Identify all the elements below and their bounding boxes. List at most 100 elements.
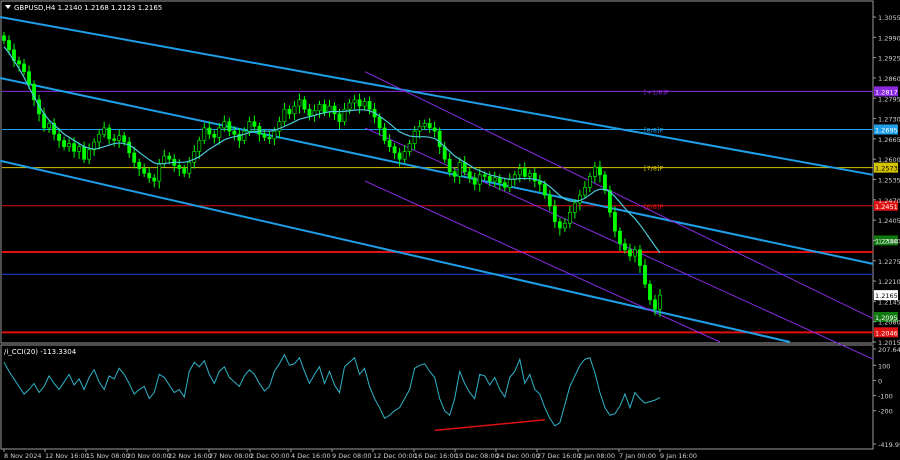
- price-bar-body-71: [357, 99, 362, 107]
- time-tick-label-4: 22 Nov 16:00: [168, 452, 212, 460]
- price-bar-body-53: [267, 137, 272, 140]
- price-bar-body-108: [542, 183, 547, 196]
- cci-tick-label-5: -419.9544: [878, 441, 900, 449]
- price-bar-body-30: [152, 177, 157, 182]
- price-bar-body-49: [247, 121, 252, 132]
- price-bar-body-115: [577, 194, 582, 204]
- chart-window: 1.2817 [+1/8]P 1.2695 [8/8]P 1.2573 [7/8]P 1.2…: [0, 0, 900, 460]
- price-bar-body-32: [162, 155, 167, 165]
- price-bar-body-98: [492, 177, 497, 182]
- price-bar-body-63: [317, 104, 322, 112]
- price-tick-label-8: 1.2535: [878, 177, 900, 185]
- price-bar-body-55: [277, 121, 282, 132]
- price-bar-body-69: [347, 102, 352, 110]
- price-bar-body-11: [57, 133, 61, 141]
- indicator-info: /i_CCI(20) -113.3304: [4, 348, 77, 356]
- price-bar-body-39: [197, 140, 202, 152]
- price-bar-body-36: [182, 168, 187, 174]
- level-1-2817-murrey: [+1/8]P: [644, 88, 669, 96]
- price-bar-body-93: [467, 171, 472, 179]
- price-bar-body-52: [262, 133, 267, 138]
- price-bar-body-88: [442, 146, 447, 160]
- price-tick-label-11: 1.2340: [878, 237, 900, 245]
- price-bar-body-110: [552, 205, 557, 222]
- price-bar-body-113: [567, 212, 572, 224]
- price-bar-body-67: [337, 113, 342, 122]
- price-bar-body-77: [387, 140, 392, 147]
- divergence-line: [434, 419, 545, 432]
- price-bar-body-61: [307, 108, 312, 116]
- price-bar-body-129: [648, 283, 652, 301]
- level-1-2573-tag: 1.2573: [875, 165, 898, 173]
- price-bar-body-28: [142, 168, 147, 174]
- chart-canvas[interactable]: 1.2817[+1/8]P1.2695[8/8]P1.2573[7/8]P1.2…: [0, 0, 900, 460]
- price-bar-body-16: [82, 146, 87, 160]
- price-bar-body-0: [2, 35, 6, 41]
- price-bar-body-51: [257, 126, 262, 135]
- price-bar-body-50: [252, 121, 257, 127]
- cci-line: [3, 353, 661, 427]
- time-tick-label-0: 8 Nov 2024: [4, 452, 42, 460]
- price-bar-body-127: [638, 249, 642, 266]
- symbol-arrow-icon: [5, 5, 11, 9]
- price-bar-body-87: [437, 130, 442, 147]
- price-bar-body-118: [593, 166, 597, 177]
- level-1-2451-murrey: [6/8]P: [644, 203, 664, 211]
- price-tick-label-12: 1.2275: [878, 258, 900, 266]
- price-tick-label-0: 1.3055: [878, 14, 900, 22]
- price-bar-body-124: [623, 243, 627, 251]
- price-bar-body-126: [633, 249, 637, 257]
- price-bar-body-128: [643, 265, 647, 285]
- time-tick-label-14: 2 Jan 08:00: [578, 452, 615, 460]
- price-bar-body-24: [122, 135, 127, 143]
- price-bar-body-4: [22, 63, 26, 72]
- price-levels: 1.2817[+1/8]P1.2695[8/8]P1.2573[7/8]P1.2…: [2, 86, 898, 338]
- price-bar-body-73: [367, 101, 372, 110]
- price-bar-body-43: [217, 127, 222, 138]
- price-bar-body-94: [472, 177, 477, 185]
- price-bar-body-37: [187, 162, 192, 174]
- price-bar-body-104: [522, 168, 527, 177]
- time-tick-label-5: 27 Nov 08:00: [209, 452, 253, 460]
- price-tick-label-9: 1.2470: [878, 197, 900, 205]
- price-bar-body-80: [402, 151, 407, 160]
- price-bar-body-15: [77, 146, 82, 152]
- cci-panel: 207.6441 100 0 -100 -200 -419.9544: [3, 346, 900, 449]
- price-bar-body-84: [422, 122, 427, 127]
- price-bar-body-114: [572, 202, 577, 213]
- price-bar-body-17: [87, 149, 92, 160]
- price-bar-body-56: [282, 108, 287, 122]
- price-bar-body-123: [618, 230, 622, 244]
- price-bar-body-26: [132, 152, 137, 163]
- price-tick-label-4: 1.2795: [878, 95, 900, 103]
- price-bar-body-21: [107, 127, 112, 140]
- price-bar-body-3: [17, 60, 21, 65]
- price-bar-body-76: [382, 127, 387, 141]
- price-bar-body-48: [242, 130, 247, 141]
- price-bar-body-99: [497, 177, 502, 183]
- price-bar-body-103: [517, 168, 522, 176]
- price-bar-body-45: [227, 121, 232, 132]
- price-tick-label-2: 1.2925: [878, 55, 900, 63]
- price-bar-body-105: [527, 172, 532, 177]
- purple-channel-bottom: [364, 180, 721, 343]
- price-bar-body-13: [67, 143, 71, 147]
- price-bar-body-81: [407, 143, 412, 152]
- price-bar-body-75: [377, 116, 382, 129]
- price-tick-label-6: 1.2665: [878, 136, 900, 144]
- time-tick-label-6: 2 Dec 00:00: [250, 452, 290, 460]
- price-bar-body-109: [547, 194, 552, 207]
- price-bar-body-116: [582, 187, 587, 196]
- price-bar-body-5: [27, 71, 31, 85]
- price-bar-body-82: [412, 130, 417, 144]
- price-bar-body-112: [562, 222, 567, 229]
- time-tick-label-3: 20 Nov 00:00: [127, 452, 171, 460]
- price-bar-body-85: [427, 122, 432, 129]
- price-tick-label-5: 1.2730: [878, 116, 900, 124]
- price-bar-body-86: [432, 127, 437, 132]
- price-bar-body-1: [7, 40, 11, 51]
- price-bar-body-70: [352, 99, 357, 104]
- price-bar-body-117: [587, 176, 592, 188]
- price-bar-body-89: [447, 158, 452, 172]
- price-bar-body-35: [177, 165, 182, 169]
